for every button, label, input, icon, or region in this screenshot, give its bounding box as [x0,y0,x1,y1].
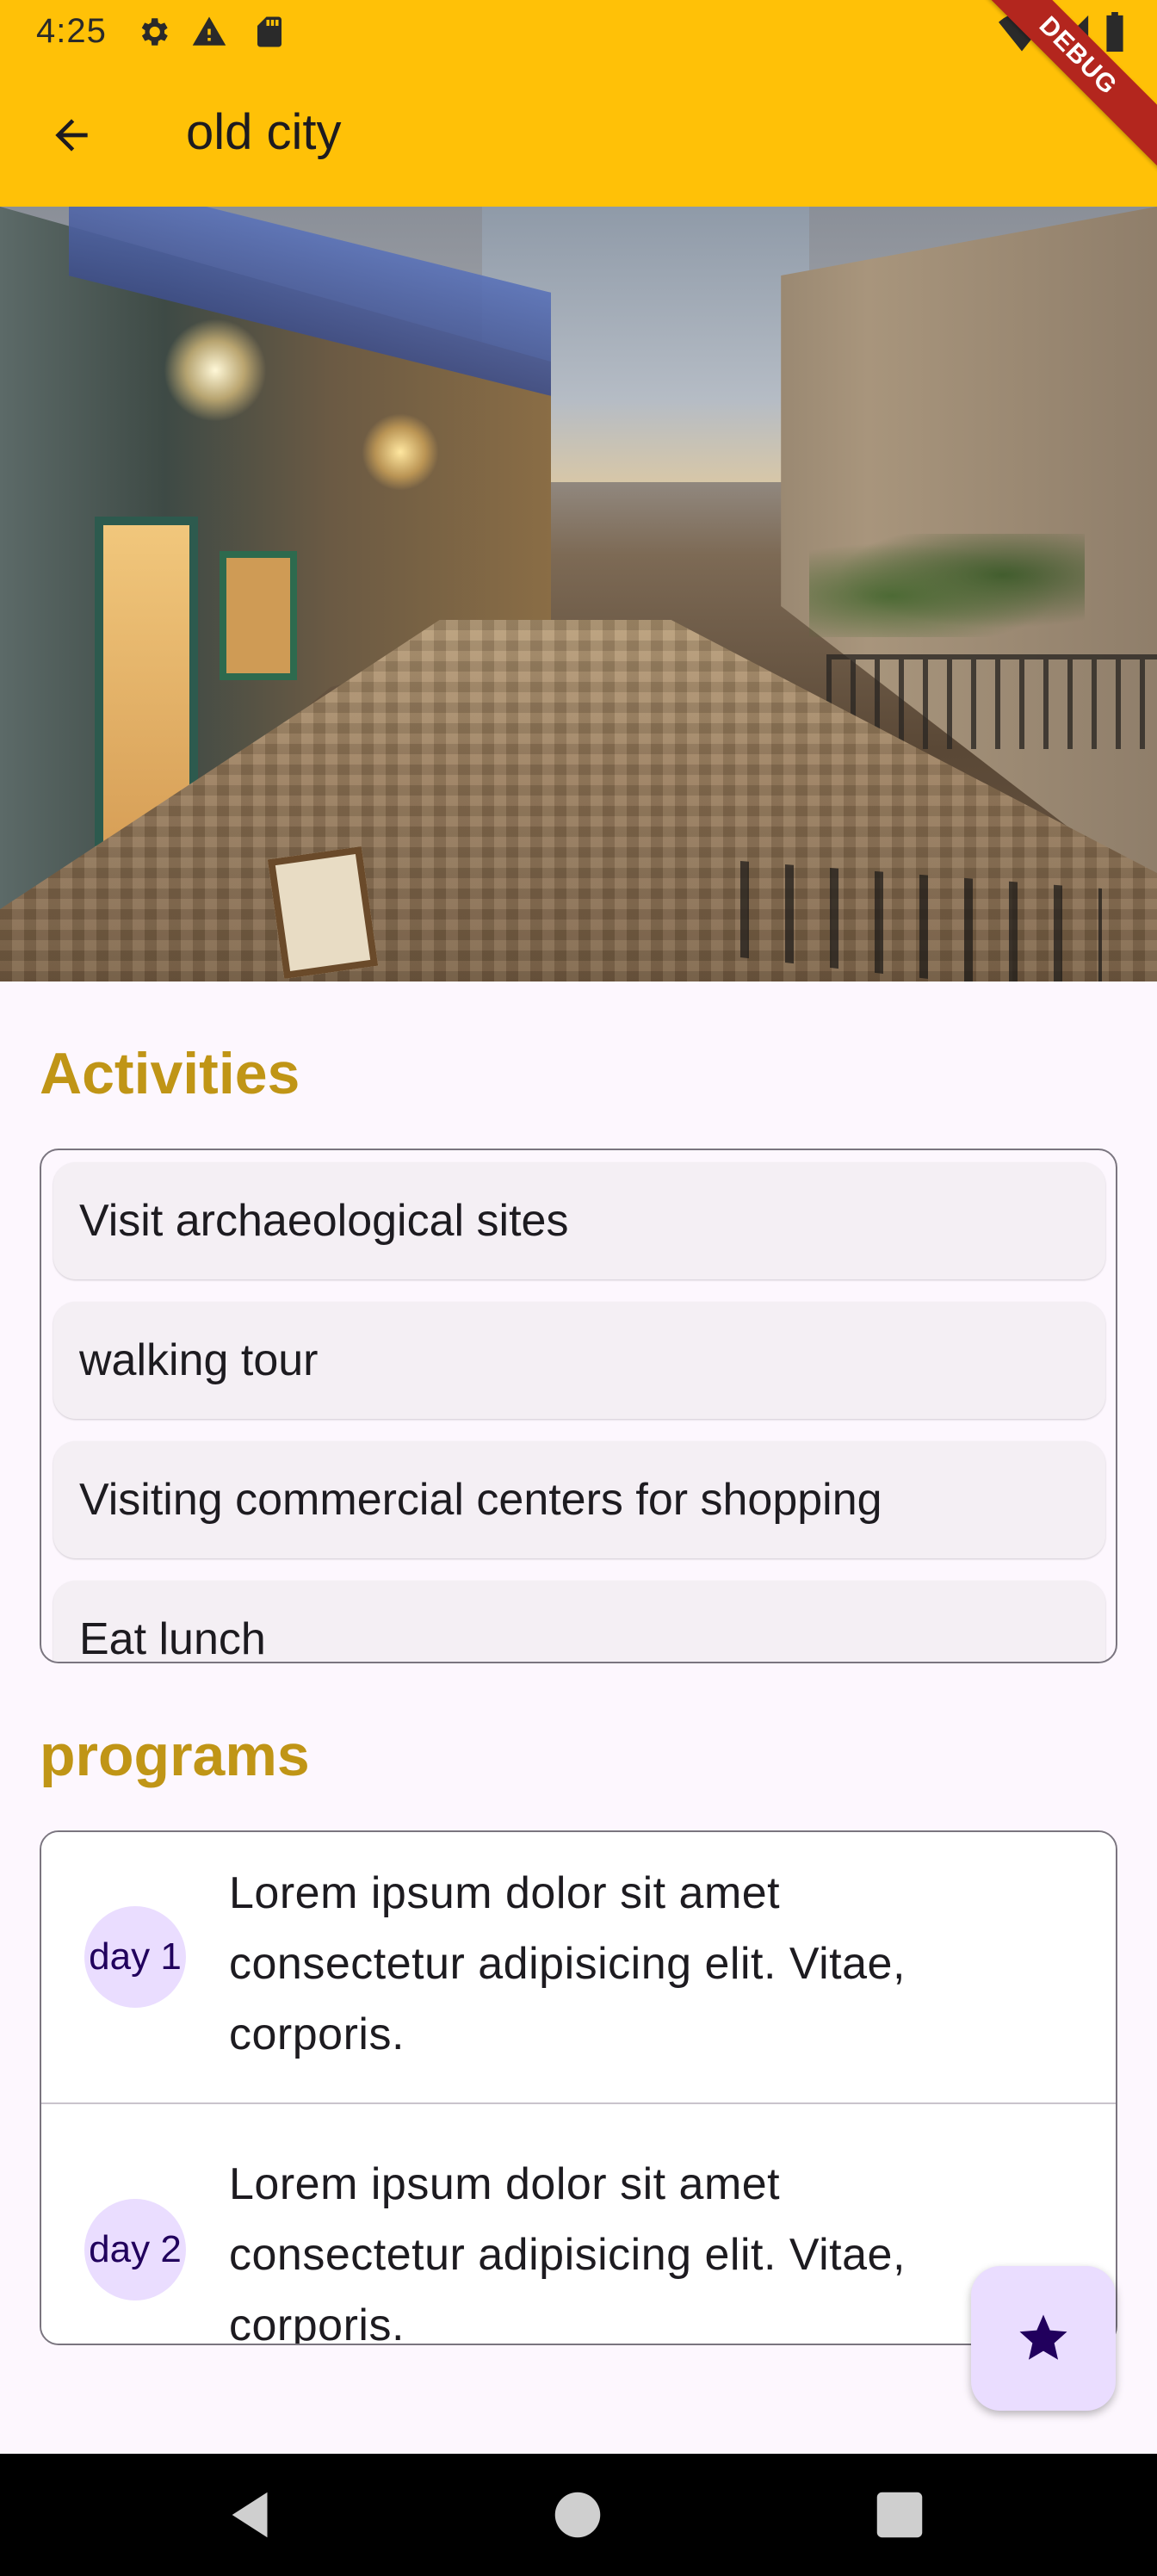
activity-item[interactable]: walking tour [53,1302,1105,1419]
hero-plants [809,534,1085,637]
program-description: Lorem ipsum dolor sit amet consectetur a… [229,1858,1055,2070]
top-app-region: 4:25 DEBUG old city [0,0,1157,207]
battery-icon [1106,12,1123,52]
hero-image [0,207,1157,981]
favorite-fab-button[interactable] [971,2266,1116,2411]
warning-icon [192,16,226,46]
hero-painting [267,846,379,979]
day-avatar: day 2 [84,2199,186,2300]
hero-lamp [164,319,267,422]
activities-list[interactable]: Visit archaeological sites walking tour … [40,1149,1117,1663]
nav-home-icon[interactable] [548,2485,608,2545]
status-time: 4:25 [36,12,107,50]
nav-back-icon[interactable] [222,2485,282,2545]
activities-heading: Activities [40,1041,300,1106]
back-button[interactable] [34,98,108,172]
activity-item[interactable]: Visit archaeological sites [53,1162,1105,1279]
program-description: Lorem ipsum dolor sit amet consectetur a… [229,2149,1055,2345]
program-text-line: consectetur adipisicing elit. Vitae, [229,2230,906,2280]
program-text-line: consectetur adipisicing elit. Vitae, [229,1939,906,1989]
program-item[interactable]: day 1 Lorem ipsum dolor sit amet consect… [41,1832,1116,2125]
sd-card-icon [257,16,282,47]
gear-icon [141,18,168,46]
program-text-line: Lorem ipsum dolor sit amet [229,1868,781,1918]
nav-recents-icon[interactable] [869,2485,930,2545]
page-title: old city [186,104,342,160]
programs-heading: programs [40,1723,310,1788]
star-icon [1019,2314,1067,2360]
program-text-line: corporis. [229,2300,405,2345]
arrow-back-icon [55,119,88,152]
activity-item[interactable]: Eat lunch [53,1581,1105,1662]
app-bar: old city [0,65,1157,207]
program-text-line: Lorem ipsum dolor sit amet [229,2159,781,2209]
system-navigation-bar [0,2454,1157,2576]
program-item[interactable]: day 2 Lorem ipsum dolor sit amet consect… [41,2102,1116,2345]
program-text-line: corporis. [229,2009,405,2059]
day-avatar: day 1 [84,1906,186,2008]
hero-lamp [362,413,439,491]
activity-item[interactable]: Visiting commercial centers for shopping [53,1441,1105,1558]
status-bar: 4:25 [0,0,1157,65]
programs-list[interactable]: day 1 Lorem ipsum dolor sit amet consect… [40,1830,1117,2345]
hero-painting [220,551,297,680]
